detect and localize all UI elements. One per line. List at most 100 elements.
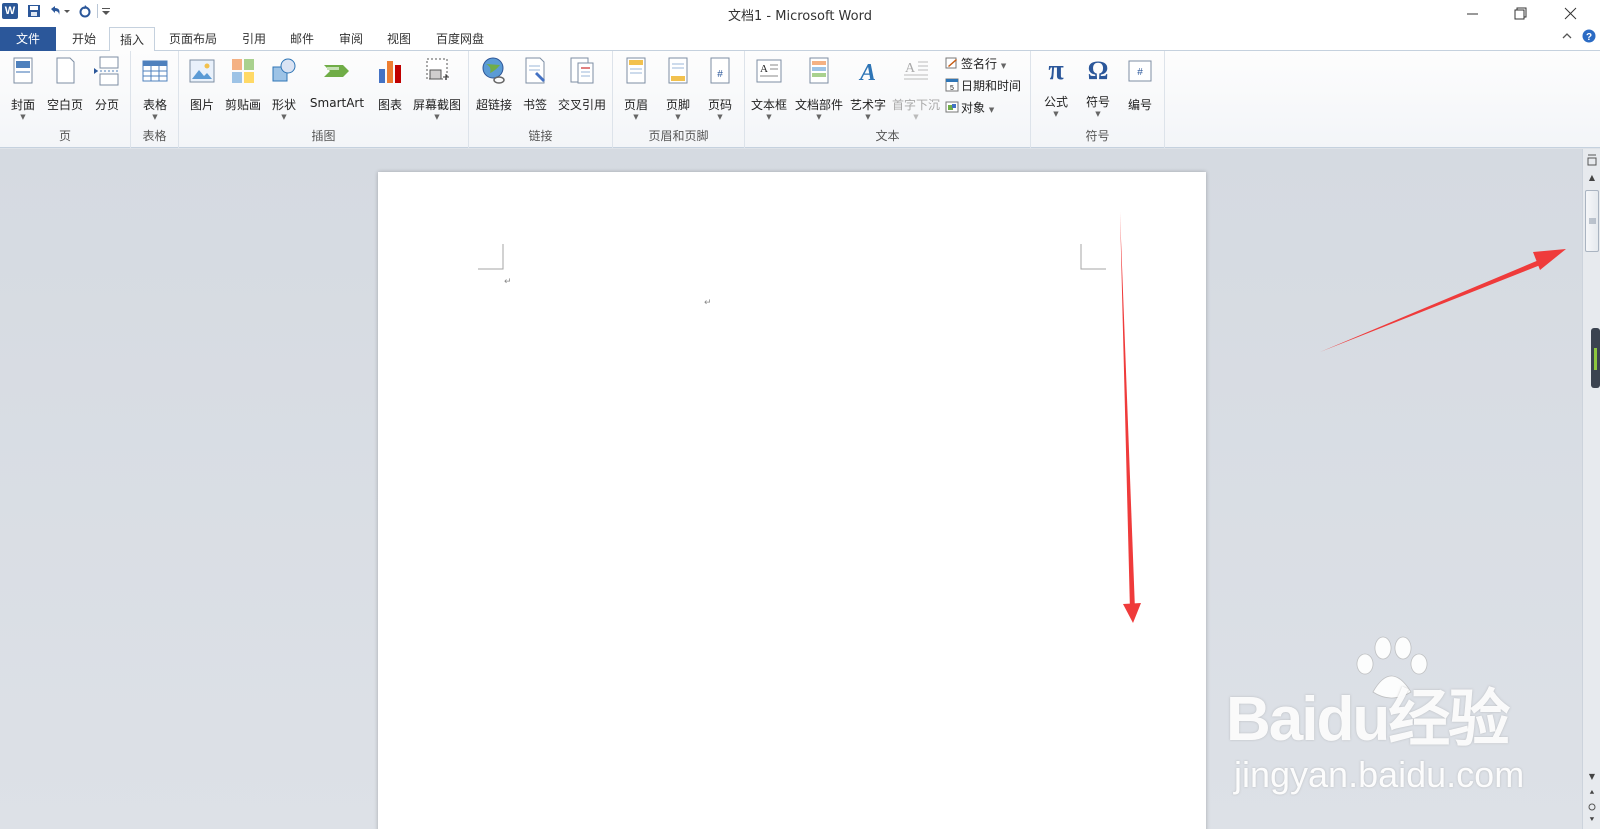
group-label-illustrations: 插图 [311,129,336,143]
page-number-button[interactable]: # 页码 ▼ [703,55,737,125]
dropdown-arrow-icon: ▼ [152,113,158,121]
side-widget-icon[interactable] [1591,328,1600,388]
ruler-toggle-icon[interactable] [1586,153,1598,167]
bookmark-button[interactable]: 书签 [519,55,551,125]
dropdown-arrow-icon: ▼ [1095,110,1101,118]
group-label-header-footer: 页眉和页脚 [648,129,709,143]
dropdown-arrow-icon: ▼ [1000,62,1007,70]
wordart-button[interactable]: A 艺术字 ▼ [848,55,888,125]
blank-page-icon [56,57,75,84]
cover-page-button[interactable]: 封面 ▼ [6,55,40,125]
margin-corner-top-right [1080,244,1106,270]
dropdown-arrow-icon: ▼ [717,113,723,121]
vertical-scrollbar[interactable]: ▲ ▼ ⯅ ⯆ [1582,149,1600,829]
wordart-icon: A [858,60,876,86]
group-header-footer: 页眉 ▼ 页脚 ▼ # 页码 ▼ 页眉和页脚 [613,51,745,148]
collapse-ribbon-icon[interactable] [1561,30,1573,42]
group-label-tables: 表格 [142,129,167,143]
tab-file[interactable]: 文件 [0,27,56,51]
hyperlink-button[interactable]: 超链接 [473,55,515,125]
date-time-button[interactable]: 5 日期和时间 [945,77,1021,97]
scroll-thumb[interactable] [1585,190,1599,252]
page-break-icon [94,56,120,86]
equation-button[interactable]: π 公式 ▼ [1039,55,1073,125]
minimize-icon[interactable] [1450,0,1496,26]
numbering-button[interactable]: # 编号 [1123,55,1157,125]
tab-review[interactable]: 审阅 [329,27,373,51]
tab-home[interactable]: 开始 [62,27,106,51]
svg-text:#: # [717,69,723,80]
dropdown-arrow-icon: ▼ [865,113,871,121]
shapes-button[interactable]: 形状 ▼ [267,55,301,125]
cross-reference-button[interactable]: 交叉引用 [555,55,609,125]
browse-object-icon[interactable] [1588,803,1596,811]
tab-insert[interactable]: 插入 [109,27,155,52]
paragraph-mark: ↵ [704,298,712,308]
text-box-icon: A [756,59,782,83]
cover-page-icon [13,57,33,84]
chart-icon [379,61,401,83]
number-icon: # [1128,60,1152,82]
pi-icon: π [1048,55,1064,86]
svg-text:A: A [905,61,916,76]
scroll-up-icon[interactable]: ▲ [1583,173,1600,182]
svg-text:A: A [858,60,876,86]
picture-button[interactable]: 图片 [185,55,219,125]
drop-cap-button[interactable]: A 首字下沉 ▼ [890,55,942,125]
svg-text:?: ? [1586,32,1592,43]
clip-art-icon [232,59,254,83]
document-page[interactable]: ↵ ↵ [378,172,1206,829]
table-icon [142,60,168,82]
watermark-logo-text: Baidu经验 [1226,685,1510,754]
scroll-down-icon[interactable]: ▼ [1583,772,1600,781]
close-icon[interactable] [1548,0,1594,26]
svg-text:5: 5 [950,85,954,92]
svg-text:#: # [1137,67,1143,78]
dropdown-arrow-icon: ▼ [816,113,822,121]
quick-parts-button[interactable]: 文档部件 ▼ [793,55,845,125]
header-icon [626,57,646,84]
shapes-icon [272,58,296,82]
clip-art-button[interactable]: 剪贴画 [223,55,263,125]
dropdown-arrow-icon: ▼ [988,106,995,114]
group-label-text: 文本 [875,129,900,143]
baidu-watermark: Baidu经验 jingyan.baidu.com [1226,636,1526,818]
next-page-icon[interactable]: ⯆ [1583,815,1600,825]
tab-view[interactable]: 视图 [377,27,421,51]
dropdown-arrow-icon: ▼ [913,113,919,121]
text-box-button[interactable]: A 文本框 ▼ [749,55,789,125]
hyperlink-icon [482,57,505,84]
blank-page-button[interactable]: 空白页 [44,55,86,125]
drop-cap-icon: A [904,61,928,80]
footer-button[interactable]: 页脚 ▼ [661,55,695,125]
page-break-button[interactable]: 分页 [90,55,124,125]
symbol-button[interactable]: Ω 符号 ▼ [1081,55,1115,125]
quick-parts-icon [809,57,829,84]
group-symbols: π 公式 ▼ Ω 符号 ▼ # 编号 符号 [1031,51,1165,148]
tab-page-layout[interactable]: 页面布局 [160,27,226,51]
bookmark-icon [525,57,545,84]
help-icon[interactable]: ? [1582,29,1596,43]
svg-text:A: A [760,63,768,75]
header-button[interactable]: 页眉 ▼ [619,55,653,125]
smartart-icon [324,65,349,77]
object-button[interactable]: 对象 ▼ [945,99,994,119]
chart-button[interactable]: 图表 [373,55,407,125]
smartart-button[interactable]: SmartArt [307,55,367,125]
tab-mailings[interactable]: 邮件 [280,27,324,51]
tab-references[interactable]: 引用 [232,27,276,51]
screenshot-button[interactable]: 屏幕截图 ▼ [411,55,463,125]
table-button[interactable]: 表格 ▼ [138,55,172,125]
omega-icon: Ω [1087,56,1109,85]
date-time-icon: 5 [945,78,959,92]
previous-page-icon[interactable]: ⯅ [1583,788,1600,798]
group-illustrations: 图片 剪贴画 形状 ▼ SmartArt 图表 屏幕截图 ▼ 插图 [179,51,469,148]
object-icon [945,101,959,113]
dropdown-arrow-icon: ▼ [434,113,440,121]
dropdown-arrow-icon: ▼ [675,113,681,121]
tab-baidu-netdisk[interactable]: 百度网盘 [427,27,493,51]
signature-line-button[interactable]: 签名行 ▼ [945,55,1006,75]
restore-icon[interactable] [1498,0,1544,26]
group-label-symbols: 符号 [1085,129,1110,143]
title-bar: W 文档1 - Microsoft Word [0,0,1600,26]
